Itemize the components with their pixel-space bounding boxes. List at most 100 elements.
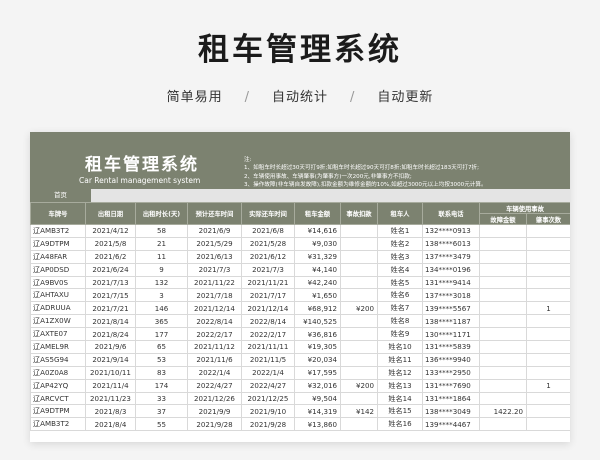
cell-expected-return[interactable]: 2022/1/4 xyxy=(187,365,242,380)
cell-fault-amount[interactable] xyxy=(479,314,527,329)
cell-plate[interactable]: 辽A48FAR xyxy=(30,249,86,264)
cell-expected-return[interactable]: 2021/5/29 xyxy=(187,236,242,251)
cell-phone[interactable]: 131****7690 xyxy=(422,378,480,393)
cell-expected-return[interactable]: 2021/9/9 xyxy=(187,404,242,419)
cell-rent-date[interactable]: 2021/5/8 xyxy=(85,236,136,251)
cell-plate[interactable]: 辽A9DTPM xyxy=(30,236,86,251)
cell-expected-return[interactable]: 2021/9/28 xyxy=(187,417,242,432)
cell-renter[interactable]: 姓名4 xyxy=(377,262,423,277)
cell-deduction[interactable] xyxy=(340,327,378,342)
table-row[interactable]: 辽AMEL9R 2021/9/6 65 2021/11/12 2021/11/11 ¥19… xyxy=(30,340,570,354)
table-row[interactable]: 辽AMB3T2 2021/8/4 55 2021/9/28 2021/9/28 ¥13,8… xyxy=(30,417,570,432)
cell-phone[interactable]: 133****2950 xyxy=(422,365,480,380)
cell-rent-date[interactable]: 2021/7/21 xyxy=(85,301,136,316)
cell-amount[interactable]: ¥31,329 xyxy=(294,249,341,264)
cell-incident-count[interactable] xyxy=(526,365,570,380)
cell-renter[interactable]: 姓名5 xyxy=(377,275,423,290)
cell-fault-amount[interactable]: 1422.20 xyxy=(479,404,527,419)
table-row[interactable]: 辽AMB3T2 2021/4/12 58 2021/6/9 2021/6/8 ¥14,61… xyxy=(30,224,570,238)
cell-fault-amount[interactable] xyxy=(479,288,527,303)
table-row[interactable]: 辽A9DTPM 2021/8/3 37 2021/9/9 2021/9/10 ¥14,31… xyxy=(30,404,570,419)
cell-plate[interactable]: 辽AP42YQ xyxy=(30,378,86,393)
cell-duration[interactable]: 177 xyxy=(135,327,188,342)
cell-renter[interactable]: 姓名13 xyxy=(377,378,423,393)
cell-renter[interactable]: 姓名1 xyxy=(377,224,423,238)
cell-incident-count[interactable] xyxy=(526,404,570,419)
cell-actual-return[interactable]: 2021/5/28 xyxy=(241,236,295,251)
cell-incident-count[interactable] xyxy=(526,352,570,367)
cell-amount[interactable]: ¥9,030 xyxy=(294,236,341,251)
cell-expected-return[interactable]: 2021/11/6 xyxy=(187,352,242,367)
cell-plate[interactable]: 辽AMEL9R xyxy=(30,340,86,354)
cell-incident-count[interactable] xyxy=(526,391,570,406)
cell-amount[interactable]: ¥19,305 xyxy=(294,340,341,354)
cell-plate[interactable]: 辽A0Z0A8 xyxy=(30,365,86,380)
cell-duration[interactable]: 65 xyxy=(135,340,188,354)
cell-amount[interactable]: ¥17,595 xyxy=(294,365,341,380)
cell-expected-return[interactable]: 2021/11/12 xyxy=(187,340,242,354)
cell-duration[interactable]: 55 xyxy=(135,417,188,432)
cell-deduction[interactable] xyxy=(340,262,378,277)
cell-actual-return[interactable]: 2021/7/17 xyxy=(241,288,295,303)
cell-incident-count[interactable] xyxy=(526,288,570,303)
cell-plate[interactable]: 辽AP0DSD xyxy=(30,262,86,277)
cell-amount[interactable]: ¥36,816 xyxy=(294,327,341,342)
cell-actual-return[interactable]: 2021/6/12 xyxy=(241,249,295,264)
cell-rent-date[interactable]: 2021/9/6 xyxy=(85,340,136,354)
cell-expected-return[interactable]: 2021/6/13 xyxy=(187,249,242,264)
cell-deduction[interactable] xyxy=(340,236,378,251)
table-row[interactable]: 辽AP42YQ 2021/11/4 174 2022/4/27 2022/4/27 ¥32… xyxy=(30,378,570,393)
cell-deduction[interactable] xyxy=(340,340,378,354)
cell-duration[interactable]: 21 xyxy=(135,236,188,251)
cell-deduction[interactable] xyxy=(340,352,378,367)
cell-actual-return[interactable]: 2021/11/11 xyxy=(241,340,295,354)
table-row[interactable]: 辽AXTE07 2021/8/24 177 2022/2/17 2022/2/17 ¥36… xyxy=(30,327,570,342)
cell-fault-amount[interactable] xyxy=(479,340,527,354)
cell-deduction[interactable]: ¥200 xyxy=(340,378,378,393)
cell-phone[interactable]: 139****5567 xyxy=(422,301,480,316)
table-row[interactable]: 辽ARCVCT 2021/11/23 33 2021/12/26 2021/12/25 ¥… xyxy=(30,391,570,406)
cell-fault-amount[interactable] xyxy=(479,236,527,251)
cell-rent-date[interactable]: 2021/8/24 xyxy=(85,327,136,342)
cell-incident-count[interactable] xyxy=(526,236,570,251)
cell-deduction[interactable] xyxy=(340,365,378,380)
cell-fault-amount[interactable] xyxy=(479,417,527,432)
cell-plate[interactable]: 辽AMB3T2 xyxy=(30,224,86,238)
table-row[interactable]: 辽ADRUUA 2021/7/21 146 2021/12/14 2021/12/14 ¥… xyxy=(30,301,570,316)
cell-renter[interactable]: 姓名10 xyxy=(377,340,423,354)
cell-plate[interactable]: 辽AHTAXU xyxy=(30,288,86,303)
cell-amount[interactable]: ¥42,240 xyxy=(294,275,341,290)
cell-fault-amount[interactable] xyxy=(479,391,527,406)
cell-rent-date[interactable]: 2021/8/4 xyxy=(85,417,136,432)
cell-actual-return[interactable]: 2021/9/28 xyxy=(241,417,295,432)
cell-fault-amount[interactable] xyxy=(479,352,527,367)
cell-deduction[interactable] xyxy=(340,288,378,303)
cell-actual-return[interactable]: 2021/9/10 xyxy=(241,404,295,419)
cell-phone[interactable]: 134****0196 xyxy=(422,262,480,277)
cell-actual-return[interactable]: 2022/4/27 xyxy=(241,378,295,393)
table-row[interactable]: 辽AP0DSD 2021/6/24 9 2021/7/3 2021/7/3 ¥4,140 姓… xyxy=(30,262,570,277)
cell-deduction[interactable] xyxy=(340,224,378,238)
cell-actual-return[interactable]: 2021/12/25 xyxy=(241,391,295,406)
cell-rent-date[interactable]: 2021/4/12 xyxy=(85,224,136,238)
cell-rent-date[interactable]: 2021/11/23 xyxy=(85,391,136,406)
cell-renter[interactable]: 姓名3 xyxy=(377,249,423,264)
cell-expected-return[interactable]: 2021/7/3 xyxy=(187,262,242,277)
cell-expected-return[interactable]: 2021/12/26 xyxy=(187,391,242,406)
cell-actual-return[interactable]: 2022/2/17 xyxy=(241,327,295,342)
cell-amount[interactable]: ¥1,650 xyxy=(294,288,341,303)
table-row[interactable]: 辽AS5G94 2021/9/14 53 2021/11/6 2021/11/5 ¥20,… xyxy=(30,352,570,367)
cell-actual-return[interactable]: 2021/11/5 xyxy=(241,352,295,367)
cell-renter[interactable]: 姓名15 xyxy=(377,404,423,419)
cell-expected-return[interactable]: 2021/11/22 xyxy=(187,275,242,290)
cell-rent-date[interactable]: 2021/9/14 xyxy=(85,352,136,367)
cell-plate[interactable]: 辽AMB3T2 xyxy=(30,417,86,432)
tab-home[interactable]: 首页 xyxy=(30,189,91,202)
cell-actual-return[interactable]: 2021/12/14 xyxy=(241,301,295,316)
cell-phone[interactable]: 137****3018 xyxy=(422,288,480,303)
cell-renter[interactable]: 姓名11 xyxy=(377,352,423,367)
cell-deduction[interactable] xyxy=(340,249,378,264)
cell-expected-return[interactable]: 2022/2/17 xyxy=(187,327,242,342)
table-row[interactable]: 辽A9BV0S 2021/7/13 132 2021/11/22 2021/11/21 ¥… xyxy=(30,275,570,290)
cell-deduction[interactable]: ¥142 xyxy=(340,404,378,419)
